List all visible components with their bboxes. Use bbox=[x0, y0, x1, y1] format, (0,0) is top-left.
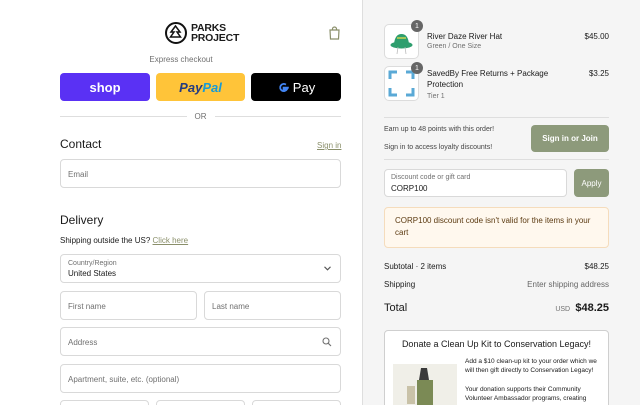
last-name-field[interactable]: Last name bbox=[204, 291, 341, 320]
loyalty-discount-text: Sign in to access loyalty discounts! bbox=[384, 144, 493, 151]
state-field[interactable] bbox=[156, 400, 245, 405]
google-pay-button[interactable]: Pay bbox=[251, 73, 341, 101]
shipping-outside-label: Shipping outside the US? bbox=[60, 236, 151, 245]
cart-item-name: River Daze River Hat bbox=[427, 32, 503, 41]
discount-code-value: CORP100 bbox=[391, 184, 428, 193]
cart-item-thumbnail: 1 bbox=[384, 20, 423, 59]
apartment-placeholder: Apartment, suite, etc. (optional) bbox=[68, 375, 180, 384]
shipping-label: Shipping bbox=[384, 280, 416, 289]
cart-item-price: $45.00 bbox=[584, 32, 609, 41]
country-value: United States bbox=[68, 269, 117, 278]
discount-error-banner: CORP100 discount code isn't valid for th… bbox=[384, 207, 609, 248]
donation-card: Donate a Clean Up Kit to Conservation Le… bbox=[384, 330, 609, 405]
last-name-placeholder: Last name bbox=[212, 302, 250, 311]
click-here-link[interactable]: Click here bbox=[153, 236, 189, 245]
shipping-row: Shipping Enter shipping address bbox=[384, 280, 609, 289]
email-field[interactable]: Email bbox=[60, 159, 341, 188]
parks-project-logo[interactable]: PARKS PROJECT bbox=[165, 20, 240, 46]
search-icon bbox=[322, 337, 332, 347]
checkout-form-panel: PARKS PROJECT Express checkout shop Pay P… bbox=[0, 0, 362, 405]
address-field[interactable]: Address bbox=[60, 327, 341, 356]
total-row: Total USD $48.25 bbox=[384, 302, 609, 314]
checkout-page: PARKS PROJECT Express checkout shop Pay P… bbox=[0, 0, 640, 405]
total-label: Total bbox=[384, 302, 408, 314]
total-value: $48.25 bbox=[575, 302, 609, 314]
quantity-badge: 1 bbox=[411, 20, 423, 32]
google-pay-label: Pay bbox=[292, 79, 316, 95]
express-checkout-label: Express checkout bbox=[149, 55, 213, 64]
city-field[interactable] bbox=[60, 400, 149, 405]
divider-line-left bbox=[60, 115, 187, 117]
brand-wordmark: PARKS PROJECT bbox=[191, 23, 240, 44]
email-placeholder: Email bbox=[68, 170, 89, 179]
contact-heading: Contact bbox=[60, 137, 102, 151]
shipping-outside-text: Shipping outside the US? Click here bbox=[60, 236, 188, 245]
quantity-badge: 1 bbox=[411, 62, 423, 74]
shipping-value: Enter shipping address bbox=[527, 280, 609, 289]
or-label: OR bbox=[194, 111, 207, 121]
subtotal-row: Subtotal · 2 items $48.25 bbox=[384, 262, 609, 271]
cart-item-variant: Green / One Size bbox=[427, 43, 482, 50]
cart-item-name: SavedBy Free Returns + Package Protectio… bbox=[427, 69, 549, 89]
country-label: Country/Region bbox=[68, 260, 117, 267]
delivery-heading: Delivery bbox=[60, 213, 104, 227]
zip-field[interactable] bbox=[252, 400, 341, 405]
sign-in-link[interactable]: Sign in bbox=[317, 141, 341, 150]
discount-code-input[interactable]: Discount code or gift card CORP100 bbox=[384, 169, 567, 197]
address-placeholder: Address bbox=[68, 338, 98, 347]
or-divider: OR bbox=[60, 110, 341, 122]
google-g-icon bbox=[279, 82, 289, 92]
first-name-placeholder: First name bbox=[68, 302, 106, 311]
sign-in-or-join-button[interactable]: Sign in or Join bbox=[531, 125, 609, 152]
paypal-label-b: Pal bbox=[202, 79, 222, 95]
cart-item-variant: Tier 1 bbox=[427, 93, 445, 100]
currency-code: USD bbox=[555, 306, 571, 313]
subtotal-value: $48.25 bbox=[584, 262, 609, 271]
donation-details: Your donation supports their Community V… bbox=[465, 386, 587, 402]
chevron-down-icon bbox=[324, 266, 331, 271]
shop-pay-button[interactable]: shop bbox=[60, 73, 150, 101]
cleanup-kit-icon bbox=[407, 368, 433, 405]
shopping-bag-icon[interactable] bbox=[328, 26, 341, 40]
divider bbox=[384, 117, 609, 118]
paypal-button[interactable]: Pay Pal bbox=[156, 73, 245, 101]
divider-line-right bbox=[214, 115, 341, 117]
shop-pay-label: shop bbox=[89, 79, 121, 95]
logo-mark-icon bbox=[165, 22, 187, 44]
first-name-field[interactable]: First name bbox=[60, 291, 197, 320]
donation-title: Donate a Clean Up Kit to Conservation Le… bbox=[401, 339, 592, 349]
apply-discount-button[interactable]: Apply bbox=[574, 169, 609, 197]
country-select[interactable]: Country/Region United States bbox=[60, 254, 341, 283]
discount-code-label: Discount code or gift card bbox=[391, 174, 471, 181]
brand-line-2: PROJECT bbox=[191, 32, 240, 44]
cleanup-kit-image bbox=[393, 364, 457, 405]
paypal-label-a: Pay bbox=[179, 79, 203, 95]
divider bbox=[384, 159, 609, 160]
cart-item-price: $3.25 bbox=[588, 69, 609, 78]
apartment-field[interactable]: Apartment, suite, etc. (optional) bbox=[60, 364, 341, 393]
cart-item-thumbnail: 1 bbox=[384, 62, 423, 101]
donation-description: Add a $10 clean-up kit to your order whi… bbox=[465, 358, 597, 374]
subtotal-label: Subtotal · 2 items bbox=[384, 262, 447, 271]
loyalty-points-text: Earn up to 48 points with this order! bbox=[384, 126, 495, 133]
